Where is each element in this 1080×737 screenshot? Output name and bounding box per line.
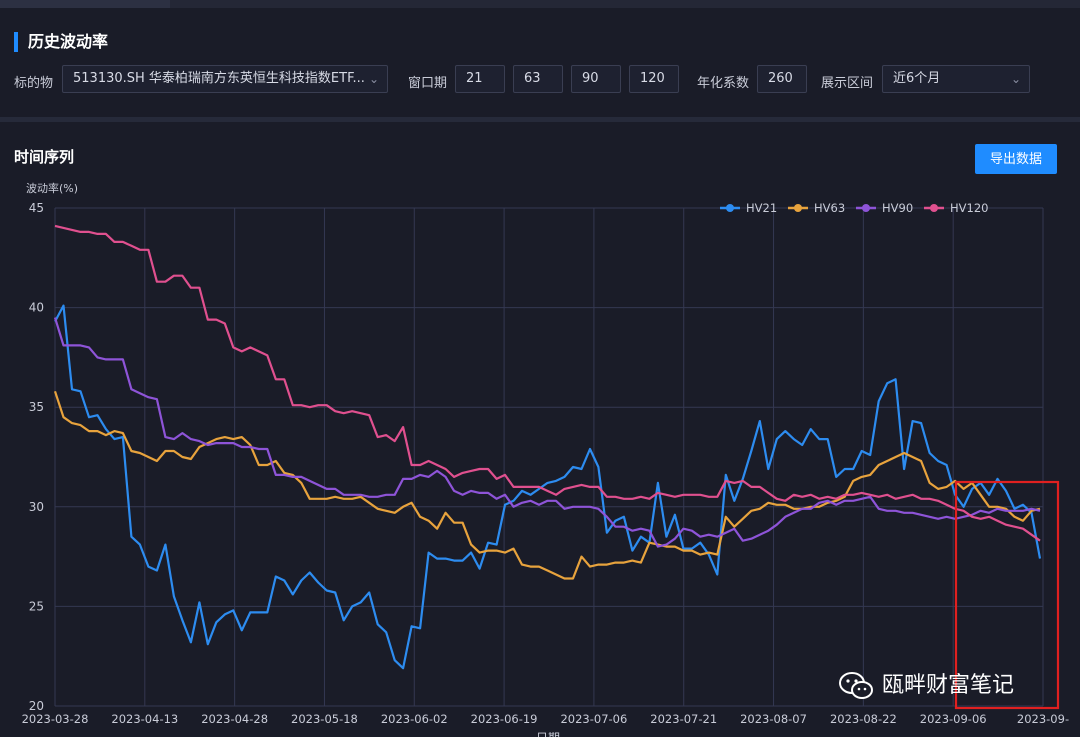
wechat-icon [839,672,873,699]
y-tick-label: 45 [29,201,44,215]
window-input-120[interactable]: 120 [629,65,679,93]
legend-label: HV90 [882,201,913,215]
legend-label: HV120 [950,201,988,215]
watermark-text: 瓯畔财富笔记 [882,673,1015,698]
x-tick-label: 2023-08-22 [830,712,897,726]
x-tick-label: 2023-05-18 [291,712,358,726]
x-tick-label: 2023-09-06 [920,712,987,726]
underlying-value: 513130.SH 华泰柏瑞南方东英恒生科技指数ETF... [73,71,365,86]
range-value: 近6个月 [893,71,941,86]
volatility-chart: 20 25 30 35 40 45 2023-03-28 2023-04-13 2023-04-… [22,181,1070,737]
window-label: 窗口期 [408,76,448,91]
x-tick-label: 2023-06-19 [471,712,538,726]
x-axis-label: 日期 [536,731,560,737]
x-tick-label: 2023-06-02 [381,712,448,726]
x-tick-label: 2023-07-06 [560,712,627,726]
y-tick-label: 30 [29,500,44,514]
x-tick-label: 2023-04-13 [111,712,178,726]
chevron-down-icon: ⌄ [368,72,379,86]
legend-marker [930,204,938,212]
range-label: 展示区间 [821,76,874,91]
section-divider [0,117,1080,122]
y-tick-label: 20 [29,699,44,713]
range-select[interactable]: 近6个月 ⌄ [882,65,1030,93]
timeseries-title: 时间序列 [14,148,75,166]
series-line-hv21 [54,304,1042,670]
y-tick-label: 40 [29,301,44,315]
watermark: 瓯畔财富笔记 [838,668,1014,704]
legend-marker [794,204,802,212]
annual-label: 年化系数 [697,76,750,91]
legend-label: HV21 [746,201,777,215]
section-title: 历史波动率 [14,32,108,52]
y-axis-label: 波动率(%) [26,181,78,195]
window-input-21[interactable]: 21 [455,65,505,93]
annual-input[interactable]: 260 [757,65,807,93]
series-line-hv90 [53,317,1041,548]
x-tick-label: 2023-09- [1017,712,1069,726]
underlying-label: 标的物 [14,76,54,91]
x-tick-label: 2023-03-28 [22,712,89,726]
x-tick-label: 2023-07-21 [650,712,717,726]
x-tick-label: 2023-08-07 [740,712,807,726]
underlying-select[interactable]: 513130.SH 华泰柏瑞南方东英恒生科技指数ETF... ⌄ [62,65,388,93]
legend-marker [726,204,734,212]
series-line-hv63 [53,390,1041,580]
legend-label: HV63 [814,201,845,215]
chevron-down-icon: ⌄ [1010,72,1021,86]
window-input-63[interactable]: 63 [513,65,563,93]
y-tick-label: 25 [29,599,44,613]
series-line-hv120 [54,224,1041,542]
x-tick-label: 2023-04-28 [201,712,268,726]
top-tab [0,0,170,8]
window-input-90[interactable]: 90 [571,65,621,93]
export-data-button[interactable]: 导出数据 [975,144,1057,174]
top-strip [0,0,1080,8]
y-tick-label: 35 [29,400,44,414]
legend-marker [862,204,870,212]
